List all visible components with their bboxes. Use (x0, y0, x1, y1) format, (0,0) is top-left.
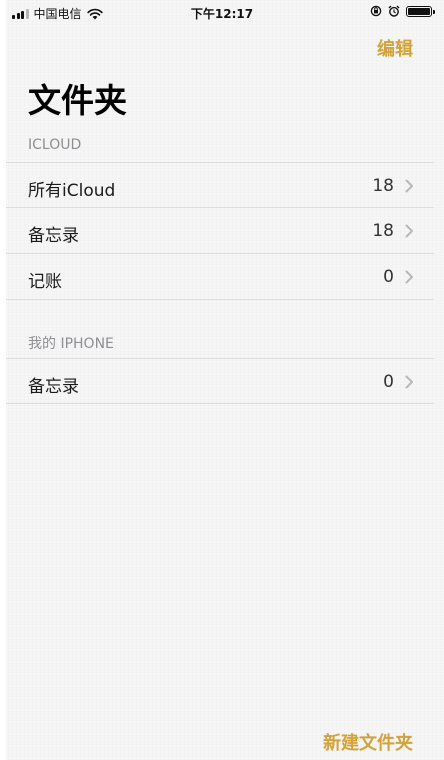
folder-count: 18 (372, 176, 394, 196)
orientation-lock-icon (370, 5, 382, 17)
section-header-icloud: ICLOUD (28, 137, 82, 153)
folder-label: 所有iCloud (28, 181, 116, 201)
status-bar: 中国电信 下午12:17 (0, 0, 444, 24)
folder-count: 0 (383, 267, 394, 287)
folder-label: 记账 (28, 272, 62, 292)
folder-row-all-icloud[interactable]: 所有iCloud 18 (6, 162, 434, 208)
chevron-right-icon (405, 179, 413, 193)
new-folder-button[interactable]: 新建文件夹 (323, 729, 413, 755)
folder-row-notes[interactable]: 备忘录 18 (6, 208, 434, 254)
section-header-my-iphone: 我的 IPHONE (28, 336, 114, 352)
page-title: 文件夹 (28, 81, 127, 120)
folder-count: 0 (383, 372, 394, 392)
folder-label: 备忘录 (28, 377, 79, 397)
status-right (370, 5, 435, 17)
chevron-right-icon (405, 375, 413, 389)
folder-count: 18 (372, 221, 394, 241)
folder-row-accounting[interactable]: 记账 0 (6, 254, 434, 300)
folder-row-iphone-notes[interactable]: 备忘录 0 (6, 358, 434, 404)
folder-label: 备忘录 (28, 226, 79, 246)
battery-icon (406, 5, 435, 17)
edit-button[interactable]: 编辑 (377, 35, 413, 61)
chevron-right-icon (405, 224, 413, 238)
alarm-icon (388, 5, 400, 17)
chevron-right-icon (405, 270, 413, 284)
